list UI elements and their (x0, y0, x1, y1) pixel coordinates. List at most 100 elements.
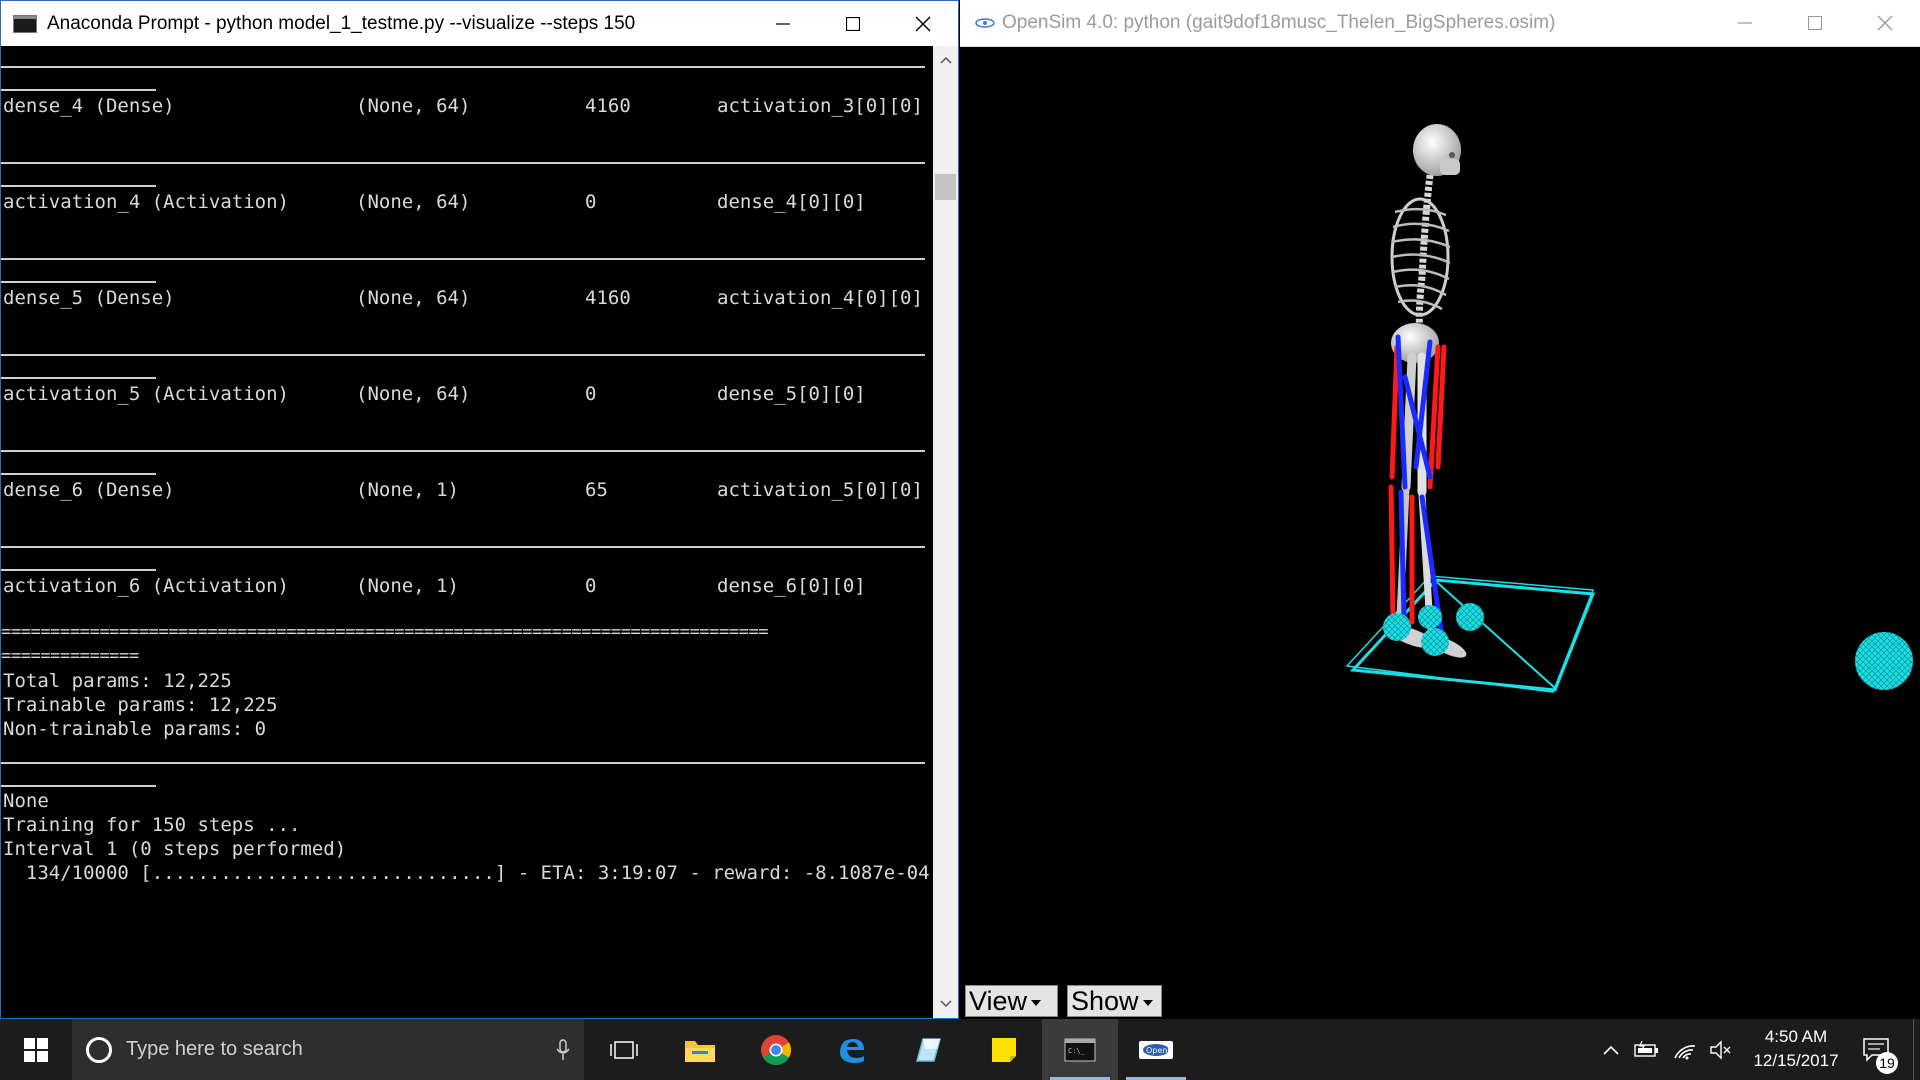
opensim-titlebar[interactable]: OpenSim 4.0: python (gait9dof18musc_Thel… (960, 0, 1920, 47)
layer-connected: dense_5[0][0] (717, 383, 866, 405)
opensim-taskbar-button[interactable]: OpenGL (1118, 1019, 1194, 1080)
wifi-icon (1674, 1044, 1696, 1059)
layer-shape: (None, 1) (356, 479, 459, 501)
layer-name: dense_5 (Dense) (3, 287, 175, 309)
divider (1, 66, 925, 68)
sticky-note-icon (992, 1037, 1016, 1062)
divider (1, 450, 925, 452)
scroll-up-button[interactable] (933, 48, 958, 72)
console-scrollbar[interactable] (933, 46, 958, 1018)
maximize-button[interactable] (818, 1, 888, 46)
console-title: Anaconda Prompt - python model_1_testme.… (47, 12, 636, 34)
notification-badge: 19 (1876, 1052, 1898, 1074)
layer-name: dense_4 (Dense) (3, 95, 175, 117)
floating-sphere (1855, 632, 1913, 690)
layer-connected: dense_4[0][0] (717, 191, 866, 213)
maximize-icon (846, 16, 860, 31)
output-none: None (3, 790, 49, 812)
cortana-icon (86, 1036, 112, 1063)
microphone-icon[interactable] (556, 1039, 570, 1061)
svg-text:OpenGL: OpenGL (1146, 1046, 1174, 1055)
non-trainable-params: Non-trainable params: 0 (3, 718, 267, 740)
maximize-button[interactable] (1780, 0, 1850, 45)
clock-time: 4:50 AM (1764, 1027, 1828, 1046)
svg-text:C:\_: C:\_ (1068, 1047, 1086, 1055)
divider (1, 185, 156, 187)
volume-muted-icon (1710, 1039, 1731, 1060)
show-hidden-icons-button[interactable] (1596, 1019, 1626, 1080)
simulation-viewport[interactable] (960, 47, 1920, 1019)
total-params: Total params: 12,225 (3, 670, 232, 692)
paint-button[interactable] (890, 1019, 966, 1080)
maximize-icon (1808, 15, 1822, 30)
divider (1, 473, 156, 475)
battery-icon (1634, 1040, 1658, 1057)
separator-line: ========================================… (1, 622, 769, 642)
opengl-icon: OpenGL (1139, 1040, 1174, 1059)
show-desktop-button[interactable] (1913, 1019, 1920, 1080)
battery-button[interactable] (1630, 1019, 1664, 1080)
chrome-icon (761, 1034, 792, 1065)
chevron-down-icon (1142, 1000, 1153, 1006)
view-menu-button[interactable]: View (965, 985, 1058, 1017)
layer-params: 4160 (585, 95, 631, 117)
wifi-button[interactable] (1668, 1019, 1702, 1080)
layer-params: 0 (585, 383, 597, 405)
console-window[interactable]: Anaconda Prompt - python model_1_testme.… (0, 0, 959, 1019)
start-button[interactable] (0, 1019, 72, 1080)
scroll-down-button[interactable] (933, 992, 958, 1016)
separator-line: ============== (1, 646, 139, 666)
console-taskbar-button[interactable]: C:\_ (1042, 1019, 1118, 1080)
minimize-button[interactable] (1710, 0, 1780, 45)
divider (1, 89, 156, 91)
divider (1, 281, 156, 283)
console-app-icon (13, 14, 37, 33)
layer-shape: (None, 64) (356, 191, 471, 213)
opensim-window[interactable]: OpenSim 4.0: python (gait9dof18musc_Thel… (960, 0, 1920, 1019)
view-label: View (969, 985, 1028, 1016)
layer-name: activation_5 (Activation) (3, 383, 289, 405)
close-button[interactable] (888, 1, 958, 46)
edge-button[interactable] (814, 1019, 890, 1080)
close-button[interactable] (1850, 0, 1920, 45)
search-box[interactable]: Type here to search (72, 1019, 584, 1080)
console-titlebar[interactable]: Anaconda Prompt - python model_1_testme.… (1, 1, 958, 46)
chevron-up-icon (1603, 1045, 1619, 1055)
minimize-button[interactable] (748, 1, 818, 46)
task-view-icon (610, 1040, 638, 1059)
sticky-notes-button[interactable] (966, 1019, 1042, 1080)
search-placeholder: Type here to search (126, 1038, 303, 1060)
console-output[interactable]: dense_4 (Dense) (None, 64) 4160 activati… (1, 46, 933, 1018)
divider (1, 377, 156, 379)
chrome-button[interactable] (738, 1019, 814, 1080)
command-prompt-icon: C:\_ (1064, 1037, 1096, 1062)
layer-connected: activation_4[0][0] (717, 287, 923, 309)
minimize-icon (1738, 21, 1752, 24)
divider (1, 785, 156, 787)
divider (1, 354, 925, 356)
layer-shape: (None, 64) (356, 95, 471, 117)
scroll-thumb[interactable] (935, 174, 956, 200)
trainable-params: Trainable params: 12,225 (3, 694, 278, 716)
divider (1, 162, 925, 164)
show-menu-button[interactable]: Show (1067, 985, 1162, 1017)
layer-connected: activation_5[0][0] (717, 479, 923, 501)
opensim-title: OpenSim 4.0: python (gait9dof18musc_Thel… (1002, 12, 1556, 33)
volume-button[interactable] (1704, 1019, 1738, 1080)
divider (1, 258, 925, 260)
action-center-button[interactable]: 19 (1852, 1019, 1900, 1080)
file-explorer-button[interactable] (662, 1019, 738, 1080)
layer-params: 4160 (585, 287, 631, 309)
training-line: Training for 150 steps ... (3, 814, 301, 836)
system-clock[interactable]: 4:50 AM 12/15/2017 (1744, 1025, 1848, 1073)
close-icon (915, 16, 931, 31)
chevron-down-icon (1031, 1000, 1042, 1006)
task-view-button[interactable] (586, 1019, 662, 1080)
minimize-icon (776, 22, 790, 25)
clock-date: 12/15/2017 (1753, 1051, 1839, 1070)
chevron-up-icon (939, 56, 952, 64)
layer-params: 0 (585, 575, 597, 597)
opensim-app-icon (975, 18, 995, 28)
windows-logo-icon (24, 1037, 48, 1062)
edge-icon (840, 1038, 864, 1063)
